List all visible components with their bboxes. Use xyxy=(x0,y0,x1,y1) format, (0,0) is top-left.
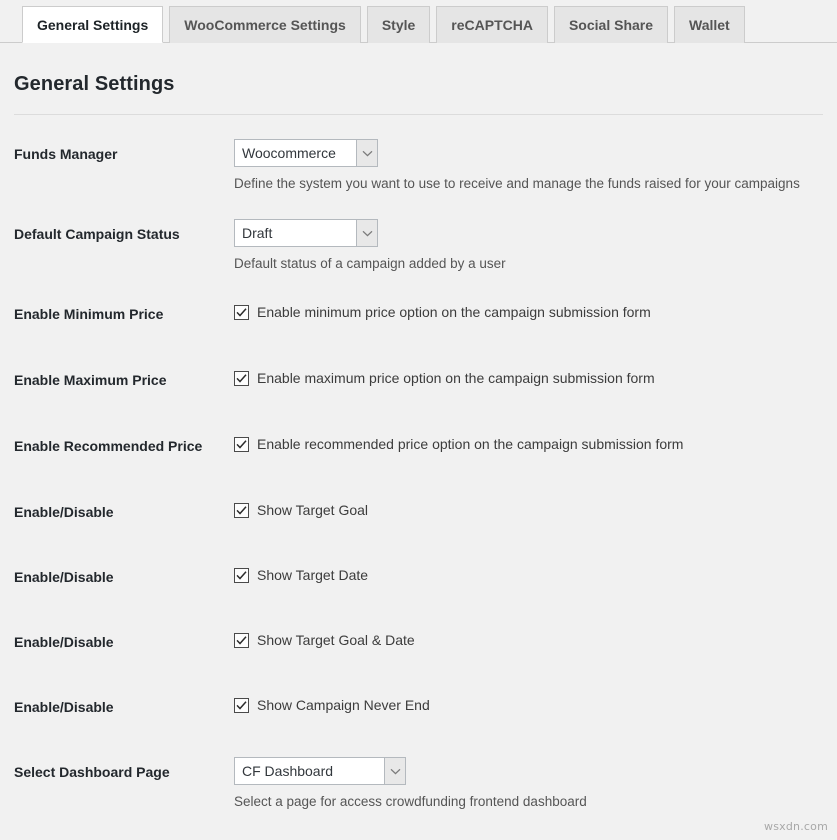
row-label: Enable/Disable xyxy=(14,692,234,717)
checkbox-line: Show Target Goal xyxy=(234,497,837,520)
row-enable-recommended-price: Enable Recommended Price Enable recommen… xyxy=(0,431,837,456)
row-label: Enable Recommended Price xyxy=(14,431,234,456)
row-field: CF Dashboard Select a page for access cr… xyxy=(234,757,837,811)
funds-manager-select[interactable]: Woocommerce xyxy=(234,139,378,167)
tab-woocommerce-settings[interactable]: WooCommerce Settings xyxy=(169,6,361,43)
chevron-down-icon xyxy=(384,758,405,784)
tab-label: WooCommerce Settings xyxy=(184,17,346,33)
checkbox-label[interactable]: Enable maximum price option on the campa… xyxy=(257,369,655,388)
show-campaign-never-end-checkbox[interactable] xyxy=(234,698,249,713)
show-target-goal-checkbox[interactable] xyxy=(234,503,249,518)
settings-tab-bar: General Settings WooCommerce Settings St… xyxy=(0,0,837,43)
page-title: General Settings xyxy=(0,43,837,96)
row-field: Woocommerce Define the system you want t… xyxy=(234,139,837,193)
default-campaign-status-select[interactable]: Draft xyxy=(234,219,378,247)
tab-social-share[interactable]: Social Share xyxy=(554,6,668,43)
tab-label: Social Share xyxy=(569,17,653,33)
select-value: CF Dashboard xyxy=(235,758,384,784)
tab-label: General Settings xyxy=(37,17,148,33)
checkbox-line: Show Target Goal & Date xyxy=(234,627,837,650)
tab-style[interactable]: Style xyxy=(367,6,430,43)
tab-wallet[interactable]: Wallet xyxy=(674,6,745,43)
row-enable-minimum-price: Enable Minimum Price Enable minimum pric… xyxy=(0,299,837,324)
field-description: Default status of a campaign added by a … xyxy=(234,255,837,273)
row-label: Enable/Disable xyxy=(14,627,234,652)
tab-label: Wallet xyxy=(689,17,730,33)
row-label: Default Campaign Status xyxy=(14,219,234,244)
checkbox-label[interactable]: Enable minimum price option on the campa… xyxy=(257,303,651,322)
chevron-down-icon xyxy=(356,220,377,246)
select-value: Woocommerce xyxy=(235,140,356,166)
checkbox-label[interactable]: Show Target Goal & Date xyxy=(257,631,415,650)
tab-label: reCAPTCHA xyxy=(451,17,533,33)
dashboard-page-select[interactable]: CF Dashboard xyxy=(234,757,406,785)
row-label: Select Dashboard Page xyxy=(14,757,234,782)
row-field: Draft Default status of a campaign added… xyxy=(234,219,837,273)
tab-label: Style xyxy=(382,17,415,33)
row-field: Enable recommended price option on the c… xyxy=(234,431,837,454)
checkbox-line: Enable maximum price option on the campa… xyxy=(234,365,837,388)
row-enable-maximum-price: Enable Maximum Price Enable maximum pric… xyxy=(0,365,837,390)
row-funds-manager: Funds Manager Woocommerce Define the sys… xyxy=(0,139,837,193)
field-description: Define the system you want to use to rec… xyxy=(234,175,837,193)
checkbox-label[interactable]: Show Campaign Never End xyxy=(257,696,430,715)
checkbox-label[interactable]: Show Target Goal xyxy=(257,501,368,520)
checkbox-label[interactable]: Show Target Date xyxy=(257,566,368,585)
row-field: Show Campaign Never End xyxy=(234,692,837,715)
row-default-campaign-status: Default Campaign Status Draft Default st… xyxy=(0,219,837,273)
row-field: Show Target Goal xyxy=(234,497,837,520)
row-show-campaign-never-end: Enable/Disable Show Campaign Never End xyxy=(0,692,837,717)
checkbox-line: Show Campaign Never End xyxy=(234,692,837,715)
row-field: Enable maximum price option on the campa… xyxy=(234,365,837,388)
tab-general-settings[interactable]: General Settings xyxy=(22,6,163,43)
field-description: Select a page for access crowdfunding fr… xyxy=(234,793,837,811)
checkbox-line: Enable recommended price option on the c… xyxy=(234,431,837,454)
row-field: Show Target Date xyxy=(234,562,837,585)
select-value: Draft xyxy=(235,220,356,246)
tab-recaptcha[interactable]: reCAPTCHA xyxy=(436,6,548,43)
row-label: Enable/Disable xyxy=(14,497,234,522)
row-field: Enable minimum price option on the campa… xyxy=(234,299,837,322)
row-select-dashboard-page: Select Dashboard Page CF Dashboard Selec… xyxy=(0,757,837,811)
chevron-down-icon xyxy=(356,140,377,166)
row-field: Show Target Goal & Date xyxy=(234,627,837,650)
row-show-target-date: Enable/Disable Show Target Date xyxy=(0,562,837,587)
settings-form: Funds Manager Woocommerce Define the sys… xyxy=(0,115,837,811)
row-show-target-goal-and-date: Enable/Disable Show Target Goal & Date xyxy=(0,627,837,652)
row-label: Funds Manager xyxy=(14,139,234,164)
row-label: Enable Maximum Price xyxy=(14,365,234,390)
checkbox-line: Enable minimum price option on the campa… xyxy=(234,299,837,322)
enable-recommended-price-checkbox[interactable] xyxy=(234,437,249,452)
row-label: Enable/Disable xyxy=(14,562,234,587)
checkbox-label[interactable]: Enable recommended price option on the c… xyxy=(257,435,683,454)
row-show-target-goal: Enable/Disable Show Target Goal xyxy=(0,497,837,522)
show-target-goal-and-date-checkbox[interactable] xyxy=(234,633,249,648)
show-target-date-checkbox[interactable] xyxy=(234,568,249,583)
enable-minimum-price-checkbox[interactable] xyxy=(234,305,249,320)
checkbox-line: Show Target Date xyxy=(234,562,837,585)
site-watermark: wsxdn.com xyxy=(764,820,828,833)
row-label: Enable Minimum Price xyxy=(14,299,234,324)
enable-maximum-price-checkbox[interactable] xyxy=(234,371,249,386)
